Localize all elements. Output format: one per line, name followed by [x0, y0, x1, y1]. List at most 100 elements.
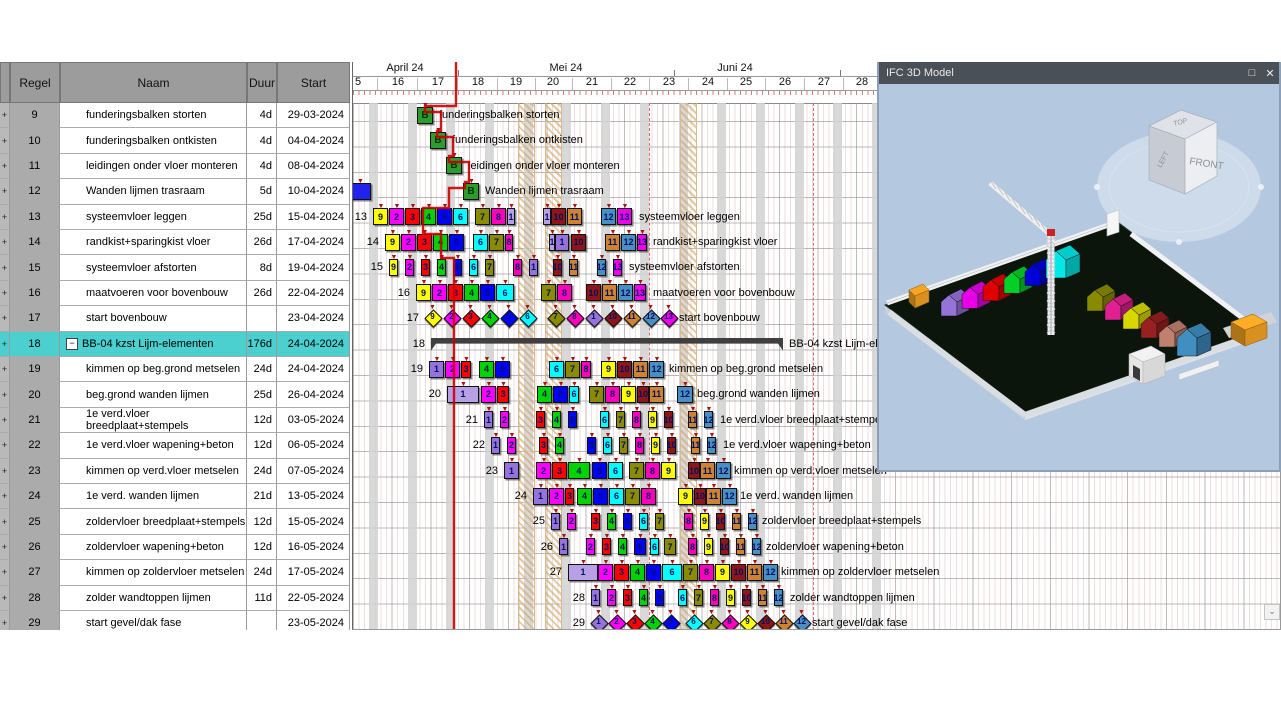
expand-toggle[interactable]: + [0, 509, 10, 534]
milestone-diamond[interactable]: 12▼ [794, 615, 809, 630]
task-segment[interactable]: 13▼ [634, 284, 646, 301]
task-segment[interactable]: 4▼ [577, 488, 592, 505]
task-segment[interactable]: 9▼ [385, 234, 400, 251]
task-segment[interactable]: 6▼ [453, 208, 468, 225]
task-segment[interactable]: 3▼ [602, 538, 611, 555]
task-segment[interactable]: 10▼ [731, 564, 746, 581]
column-header-regel[interactable]: Regel [10, 62, 60, 103]
task-name-cell[interactable]: start bovenbouw [60, 306, 247, 331]
task-segment[interactable]: 6▼ [678, 589, 687, 606]
milestone-diamond[interactable]: 8▼ [567, 310, 582, 325]
task-segment[interactable]: 2▼ [536, 462, 551, 479]
task-segment[interactable]: 7▼ [589, 386, 604, 403]
task-segment[interactable]: 10▼ [586, 284, 601, 301]
task-name-cell[interactable]: zoldervloer wapening+beton [60, 535, 247, 560]
task-segment[interactable]: 12▼ [722, 488, 737, 505]
task-segment[interactable]: 2▼ [401, 234, 416, 251]
task-segment[interactable]: 11▼ [633, 361, 648, 378]
task-name-cell[interactable]: zolder wandtoppen lijmen [60, 586, 247, 611]
task-segment[interactable]: 8▼ [635, 437, 644, 454]
task-segment[interactable]: 2▼ [598, 564, 613, 581]
task-segment[interactable]: 8▼ [581, 361, 591, 378]
task-segment[interactable]: 5▼ [495, 361, 510, 378]
task-segment[interactable]: 2▼ [607, 589, 616, 606]
task-segment[interactable]: 8▼ [505, 234, 513, 251]
task-segment[interactable]: 11▼ [605, 234, 620, 251]
task-segment[interactable]: 9▼ [704, 538, 713, 555]
task-segment[interactable]: 9▼ [726, 589, 735, 606]
task-segment[interactable]: 6▼ [469, 259, 478, 276]
task-segment[interactable]: 8▼ [688, 538, 697, 555]
task-segment[interactable]: 8▼ [513, 259, 522, 276]
task-segment[interactable]: 10▼ [637, 386, 649, 403]
task-segment[interactable]: 1▼ [507, 208, 515, 225]
task-segment[interactable]: 3▼ [421, 259, 430, 276]
task-segment[interactable]: 11▼ [758, 589, 767, 606]
milestone-diamond[interactable]: 4▼ [482, 310, 497, 325]
task-segment[interactable]: 4▼ [552, 411, 561, 428]
task-segment[interactable]: 12▼ [763, 564, 778, 581]
task-segment[interactable]: 1▼ [504, 462, 519, 479]
task-segment[interactable]: 8▼ [699, 564, 714, 581]
task-segment[interactable]: 4▼ [437, 259, 446, 276]
expand-toggle[interactable]: + [0, 357, 10, 382]
task-segment[interactable]: 3▼ [623, 589, 632, 606]
task-segment[interactable]: 3▼ [536, 411, 545, 428]
task-segment[interactable]: 9▼ [648, 411, 657, 428]
milestone-diamond[interactable]: 6▼ [686, 615, 701, 630]
task-segment[interactable]: 2▼ [586, 538, 595, 555]
task-segment[interactable]: 12▼ [748, 513, 757, 530]
task-segment[interactable]: 11▼ [602, 284, 617, 301]
task-segment[interactable]: 10▼ [716, 513, 725, 530]
expand-toggle[interactable]: + [0, 179, 10, 204]
task-segment[interactable]: 8▼ [605, 386, 620, 403]
task-segment[interactable]: 7▼ [619, 437, 628, 454]
task-segment[interactable]: 4▼ [479, 361, 494, 378]
task-segment[interactable]: 2▼ [549, 488, 564, 505]
task-segment[interactable]: 4▼ [433, 234, 448, 251]
task-name-cell[interactable]: beg.grond wanden lijmen [60, 382, 247, 407]
task-segment[interactable]: 6▼ [603, 437, 612, 454]
task-segment[interactable]: 12▼ [752, 538, 761, 555]
task-segment[interactable]: 9▼ [700, 513, 709, 530]
task-segment[interactable]: 7▼ [625, 488, 640, 505]
task-segment[interactable]: 2▼ [507, 437, 516, 454]
maximize-button[interactable]: □ [1243, 67, 1261, 79]
task-segment[interactable]: 8▼ [641, 488, 656, 505]
task-name-cell[interactable]: leidingen onder vloer monteren [60, 154, 247, 179]
task-segment[interactable]: 12▼ [707, 437, 716, 454]
task-name-cell[interactable]: systeemvloer leggen [60, 205, 247, 230]
task-segment[interactable]: 12▼ [597, 259, 606, 276]
task-segment[interactable]: 1▼ [551, 513, 560, 530]
milestone-diamond[interactable]: 8▼ [722, 615, 737, 630]
task-name-cell[interactable]: −BB-04 kzst Lijm-elementen [60, 332, 247, 357]
task-segment[interactable]: 3▼ [497, 386, 509, 403]
milestone-diamond[interactable]: 7▼ [704, 615, 719, 630]
task-segment[interactable]: 3▼ [565, 488, 574, 505]
milestone-diamond[interactable]: 10▼ [605, 310, 620, 325]
task-segment[interactable]: 9▼ [621, 386, 636, 403]
summary-bar[interactable] [431, 338, 783, 351]
milestone-diamond[interactable]: 5▼ [663, 615, 678, 630]
task-segment[interactable]: 3▼ [552, 462, 567, 479]
task-name-cell[interactable]: Wanden lijmen trasraam [60, 179, 247, 204]
expand-toggle[interactable]: + [0, 255, 10, 280]
task-segment[interactable]: 12▼ [774, 589, 783, 606]
expand-toggle[interactable]: + [0, 103, 10, 128]
task-segment[interactable]: 5▼ [553, 386, 568, 403]
task-segment[interactable]: 8▼ [684, 513, 693, 530]
task-segment[interactable]: 11▼ [700, 462, 715, 479]
task-segment[interactable]: 4▼ [639, 589, 648, 606]
task-name-cell[interactable]: randkist+sparingkist vloer [60, 230, 247, 255]
task-segment[interactable]: 6▼ [639, 513, 648, 530]
milestone-diamond[interactable]: 13▼ [661, 310, 676, 325]
task-segment[interactable]: 2▼ [432, 284, 447, 301]
milestone-diamond[interactable]: 9▼ [425, 310, 440, 325]
task-segment[interactable]: 4▼ [568, 462, 590, 479]
task-name-cell[interactable]: maatvoeren voor bovenbouw [60, 281, 247, 306]
expand-toggle[interactable]: + [0, 611, 10, 630]
task-segment[interactable]: 4▼ [555, 437, 564, 454]
task-segment[interactable]: 10▼ [720, 538, 729, 555]
task-segment[interactable]: 1▼ [491, 437, 500, 454]
task-segment[interactable]: 12▼ [649, 361, 664, 378]
